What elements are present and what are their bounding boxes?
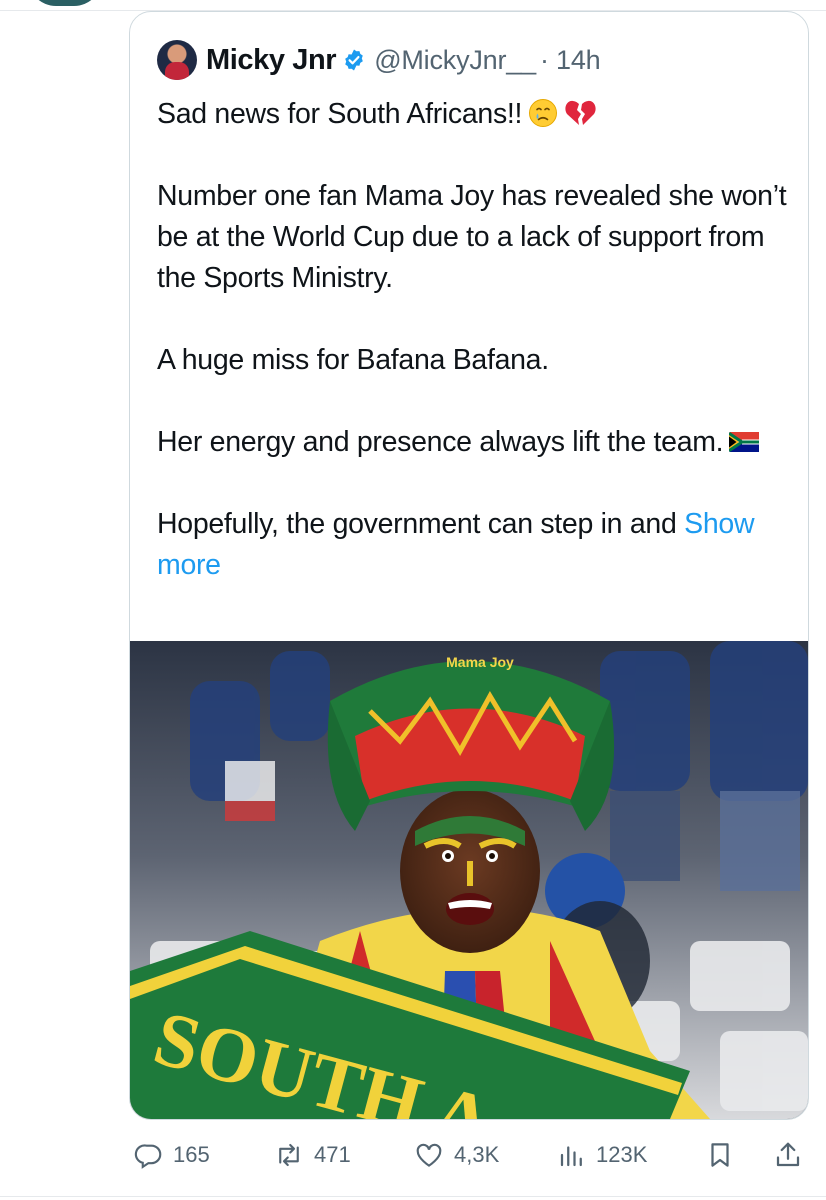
views-count: 123K xyxy=(596,1142,648,1167)
author-handle[interactable]: @MickyJnr__ xyxy=(374,45,536,76)
tweet-paragraph: Sad news for South Africans!! xyxy=(157,94,797,135)
views-chart-icon xyxy=(560,1146,582,1167)
heart-icon xyxy=(416,1143,442,1167)
share-icon xyxy=(776,1142,800,1167)
repost-count: 471 xyxy=(314,1142,351,1167)
tweet-actions-bar: 165 471 4,3K 123K xyxy=(0,1135,826,1175)
views-button[interactable]: 123K xyxy=(557,1135,647,1175)
mama-joy-photo: Mama Joy SOUTH A xyxy=(130,641,808,1119)
tweet-paragraph: Her energy and presence always lift the … xyxy=(157,422,797,463)
share-button[interactable] xyxy=(773,1135,812,1175)
tweet-text: Sad news for South Africans!! Number one… xyxy=(157,94,797,586)
quoted-tweet-card[interactable]: Micky Jnr @MickyJnr__ · 14h Sad news for… xyxy=(129,11,809,1120)
crying-face-emoji-icon xyxy=(529,99,558,127)
tweet-timestamp[interactable]: · 14h xyxy=(540,45,601,76)
author-avatar[interactable] xyxy=(157,40,197,80)
repost-icon xyxy=(279,1143,299,1167)
hat-text: Mama Joy xyxy=(446,654,514,670)
verified-badge-icon xyxy=(345,49,363,71)
author-name[interactable]: Micky Jnr xyxy=(206,44,337,77)
reply-count: 165 xyxy=(173,1142,210,1167)
tweet-header: Micky Jnr @MickyJnr__ · 14h xyxy=(157,40,601,80)
repost-button[interactable]: 471 xyxy=(273,1135,351,1175)
bookmark-icon xyxy=(711,1143,729,1167)
previous-avatar[interactable] xyxy=(28,0,102,6)
tweet-paragraph: Hopefully, the government can step in an… xyxy=(157,508,755,581)
bookmark-button[interactable] xyxy=(705,1135,744,1175)
reply-button[interactable]: 165 xyxy=(134,1135,210,1175)
bottom-divider xyxy=(0,1196,826,1197)
reply-icon xyxy=(134,1144,162,1169)
south-africa-flag-emoji-icon xyxy=(729,432,760,452)
like-count: 4,3K xyxy=(454,1142,500,1167)
tweet-paragraph: Number one fan Mama Joy has revealed she… xyxy=(157,180,787,294)
broken-heart-emoji-icon xyxy=(565,100,596,125)
tweet-paragraph: A huge miss for Bafana Bafana. xyxy=(157,344,549,376)
tweet-media-image[interactable]: Mama Joy SOUTH A xyxy=(130,641,808,1119)
like-button[interactable]: 4,3K xyxy=(413,1135,499,1175)
